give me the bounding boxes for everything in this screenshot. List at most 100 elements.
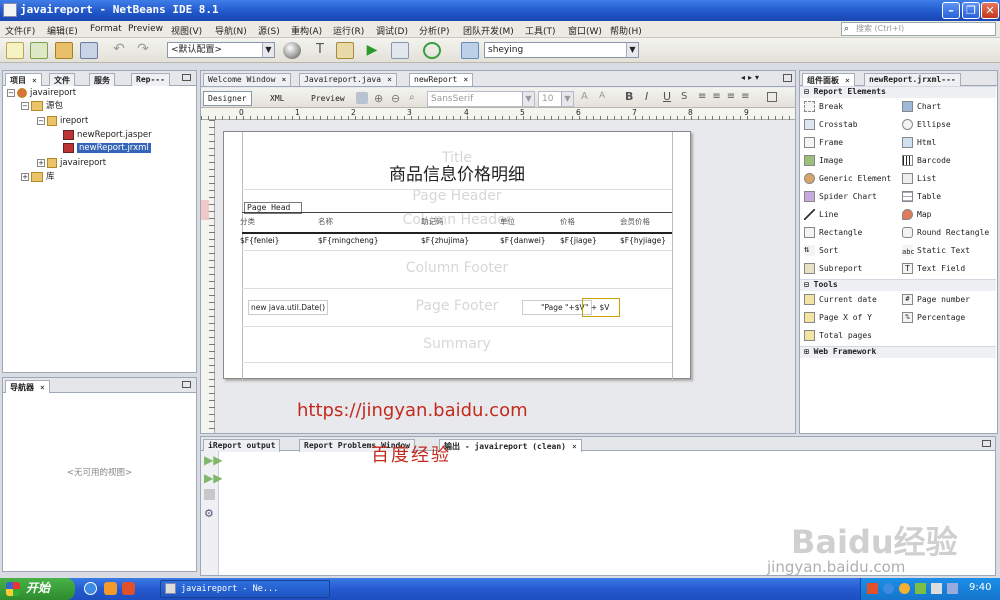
designer-mode-button[interactable]: Designer — [203, 91, 252, 106]
bold-icon[interactable]: B — [625, 90, 633, 103]
zoom-in-icon[interactable]: ⊕ — [374, 92, 383, 105]
menu-file[interactable]: 文件(F) — [5, 24, 35, 37]
new-file-icon[interactable] — [6, 42, 24, 59]
stop-icon[interactable] — [204, 489, 215, 500]
palette-section-tools[interactable]: ⊟ Tools — [800, 279, 996, 291]
volume-icon[interactable] — [931, 583, 942, 594]
rerun-icon[interactable]: ▶▶ — [204, 453, 222, 467]
palette-section-web-framework[interactable]: ⊞ Web Framework — [800, 346, 996, 358]
palette-item-ellipse[interactable]: Ellipse — [902, 118, 951, 132]
settings-icon[interactable]: ⚙ — [204, 507, 214, 520]
palette-item-table[interactable]: Table — [902, 190, 941, 204]
palette-item-static-text[interactable]: abc Static Text — [902, 244, 970, 258]
footer-date-field[interactable]: new java.util.Date() — [248, 300, 328, 315]
build-hammer-icon[interactable]: T — [311, 42, 329, 59]
palette-item-generic-element[interactable]: Generic Element — [804, 172, 891, 186]
tab-javaireport-java[interactable]: Javaireport.java × — [299, 73, 397, 86]
palette-item-page-number[interactable]: # Page number — [902, 293, 970, 307]
report-title[interactable]: 商品信息价格明细 — [242, 160, 672, 185]
detail-field[interactable]: $F{hyjiage} — [620, 236, 666, 245]
tray-icon[interactable] — [899, 583, 910, 594]
tray-icon[interactable] — [883, 583, 894, 594]
menu-view[interactable]: 视图(V) — [171, 24, 202, 37]
tree-node-ireport[interactable]: − ireport — [37, 115, 88, 127]
palette-item-frame[interactable]: Frame — [804, 136, 843, 150]
underline-icon[interactable]: U — [663, 90, 671, 103]
quicklaunch-icon[interactable] — [122, 582, 135, 595]
project-select[interactable]: sheying ▼ — [484, 42, 639, 58]
palette-item-chart[interactable]: Chart — [902, 100, 941, 114]
minimize-button[interactable]: – — [942, 2, 960, 19]
profile-icon[interactable] — [423, 42, 441, 59]
palette-item-spider-chart[interactable]: Spider Chart — [804, 190, 877, 204]
palette-item-page-x-of-y[interactable]: Page X of Y — [804, 311, 872, 325]
menu-preview[interactable]: Preview — [128, 24, 163, 34]
menu-tools[interactable]: 工具(T) — [525, 24, 556, 37]
minimize-panel-icon[interactable] — [182, 74, 191, 81]
preview-mode-button[interactable]: Preview — [306, 91, 350, 106]
tab-services[interactable]: 服务 — [89, 73, 115, 86]
tab-repository[interactable]: Rep--- — [131, 73, 170, 86]
palette-item-break[interactable]: Break — [804, 100, 843, 114]
network-icon[interactable] — [947, 583, 958, 594]
taskbar-task-netbeans[interactable]: javaireport - Ne... — [160, 580, 330, 598]
menu-profile[interactable]: 分析(P) — [419, 24, 449, 37]
column-header-cell[interactable]: 单位 — [500, 216, 515, 227]
tab-report-inspector[interactable]: newReport.jrxml--- — [864, 73, 961, 86]
menu-edit[interactable]: 编辑(E) — [47, 24, 78, 37]
palette-item-list[interactable]: List — [902, 172, 936, 186]
tray-icon[interactable] — [915, 583, 926, 594]
align-icons[interactable]: ≡≡≡≡ — [698, 91, 756, 102]
tree-node-jrxml[interactable]: newReport.jrxml — [63, 142, 151, 154]
palette-item-current-date[interactable]: Current date — [804, 293, 877, 307]
run-icon[interactable]: ▶ — [363, 42, 381, 59]
tab-projects[interactable]: 项目 × — [5, 73, 42, 86]
zoom-out-icon[interactable]: ⊖ — [391, 92, 400, 105]
column-header-cell[interactable]: 助记码 — [421, 216, 444, 227]
tree-node-jasper[interactable]: newReport.jasper — [63, 129, 152, 141]
title-band[interactable]: Title 商品信息价格明细 — [242, 132, 672, 190]
column-header-cell[interactable]: 分类 — [240, 216, 255, 227]
tab-files[interactable]: 文件 — [49, 73, 75, 86]
minimize-panel-icon[interactable] — [182, 381, 191, 388]
palette-item-image[interactable]: Image — [804, 154, 843, 168]
detail-field[interactable]: $F{fenlei} — [240, 236, 279, 245]
detail-field[interactable]: $F{zhujima} — [421, 236, 469, 245]
tab-scroll-arrows[interactable]: ◂▸▾ — [741, 73, 762, 82]
redo-icon[interactable]: ↷ — [134, 42, 152, 59]
menu-window[interactable]: 窗口(W) — [568, 24, 602, 37]
new-project-icon[interactable] — [30, 42, 48, 59]
open-project-icon[interactable] — [55, 42, 73, 59]
menu-debug[interactable]: 调试(D) — [376, 24, 408, 37]
menu-help[interactable]: 帮助(H) — [610, 24, 642, 37]
decrease-font-icon[interactable]: A — [599, 91, 605, 101]
tab-palette[interactable]: 组件面板 × — [802, 73, 855, 86]
undo-icon[interactable]: ↶ — [110, 42, 128, 59]
column-header-cell[interactable]: 会员价格 — [620, 216, 650, 227]
tab-welcome-window[interactable]: Welcome Window × — [203, 73, 292, 86]
quicklaunch-icon[interactable] — [104, 582, 117, 595]
minimize-panel-icon[interactable] — [982, 440, 991, 447]
detail-field[interactable]: $F{mingcheng} — [318, 236, 379, 245]
font-size-select[interactable]: 10 ▼ — [538, 91, 574, 107]
menu-source[interactable]: 源(S) — [258, 24, 280, 37]
detail-field[interactable]: $F{danwei} — [500, 236, 546, 245]
close-button[interactable]: ✕ — [981, 2, 999, 19]
maximize-button[interactable]: ❐ — [962, 2, 980, 19]
zoom-fit-icon[interactable]: ⌕ — [409, 92, 415, 103]
more-tools-icon[interactable] — [767, 92, 777, 102]
quicklaunch-ie-icon[interactable] — [84, 582, 97, 595]
palette-item-line[interactable]: Line — [804, 208, 838, 222]
rerun-params-icon[interactable]: ▶▶ — [204, 471, 222, 485]
config-select[interactable]: <默认配置> ▼ — [167, 42, 275, 58]
menu-run[interactable]: 运行(R) — [333, 24, 364, 37]
debug-icon[interactable] — [391, 42, 409, 59]
tree-node-libraries[interactable]: + 库 — [21, 171, 55, 183]
palette-item-percentage[interactable]: % Percentage — [902, 311, 965, 325]
column-header-cell[interactable]: 价格 — [560, 216, 575, 227]
tab-output-console[interactable]: 输出 - javaireport (clean) × — [439, 439, 582, 452]
font-family-select[interactable]: SansSerif ▼ — [427, 91, 535, 107]
menu-format[interactable]: Format — [90, 24, 122, 34]
tab-navigator[interactable]: 导航器 × — [5, 380, 50, 393]
palette-item-subreport[interactable]: Subreport — [804, 262, 862, 276]
